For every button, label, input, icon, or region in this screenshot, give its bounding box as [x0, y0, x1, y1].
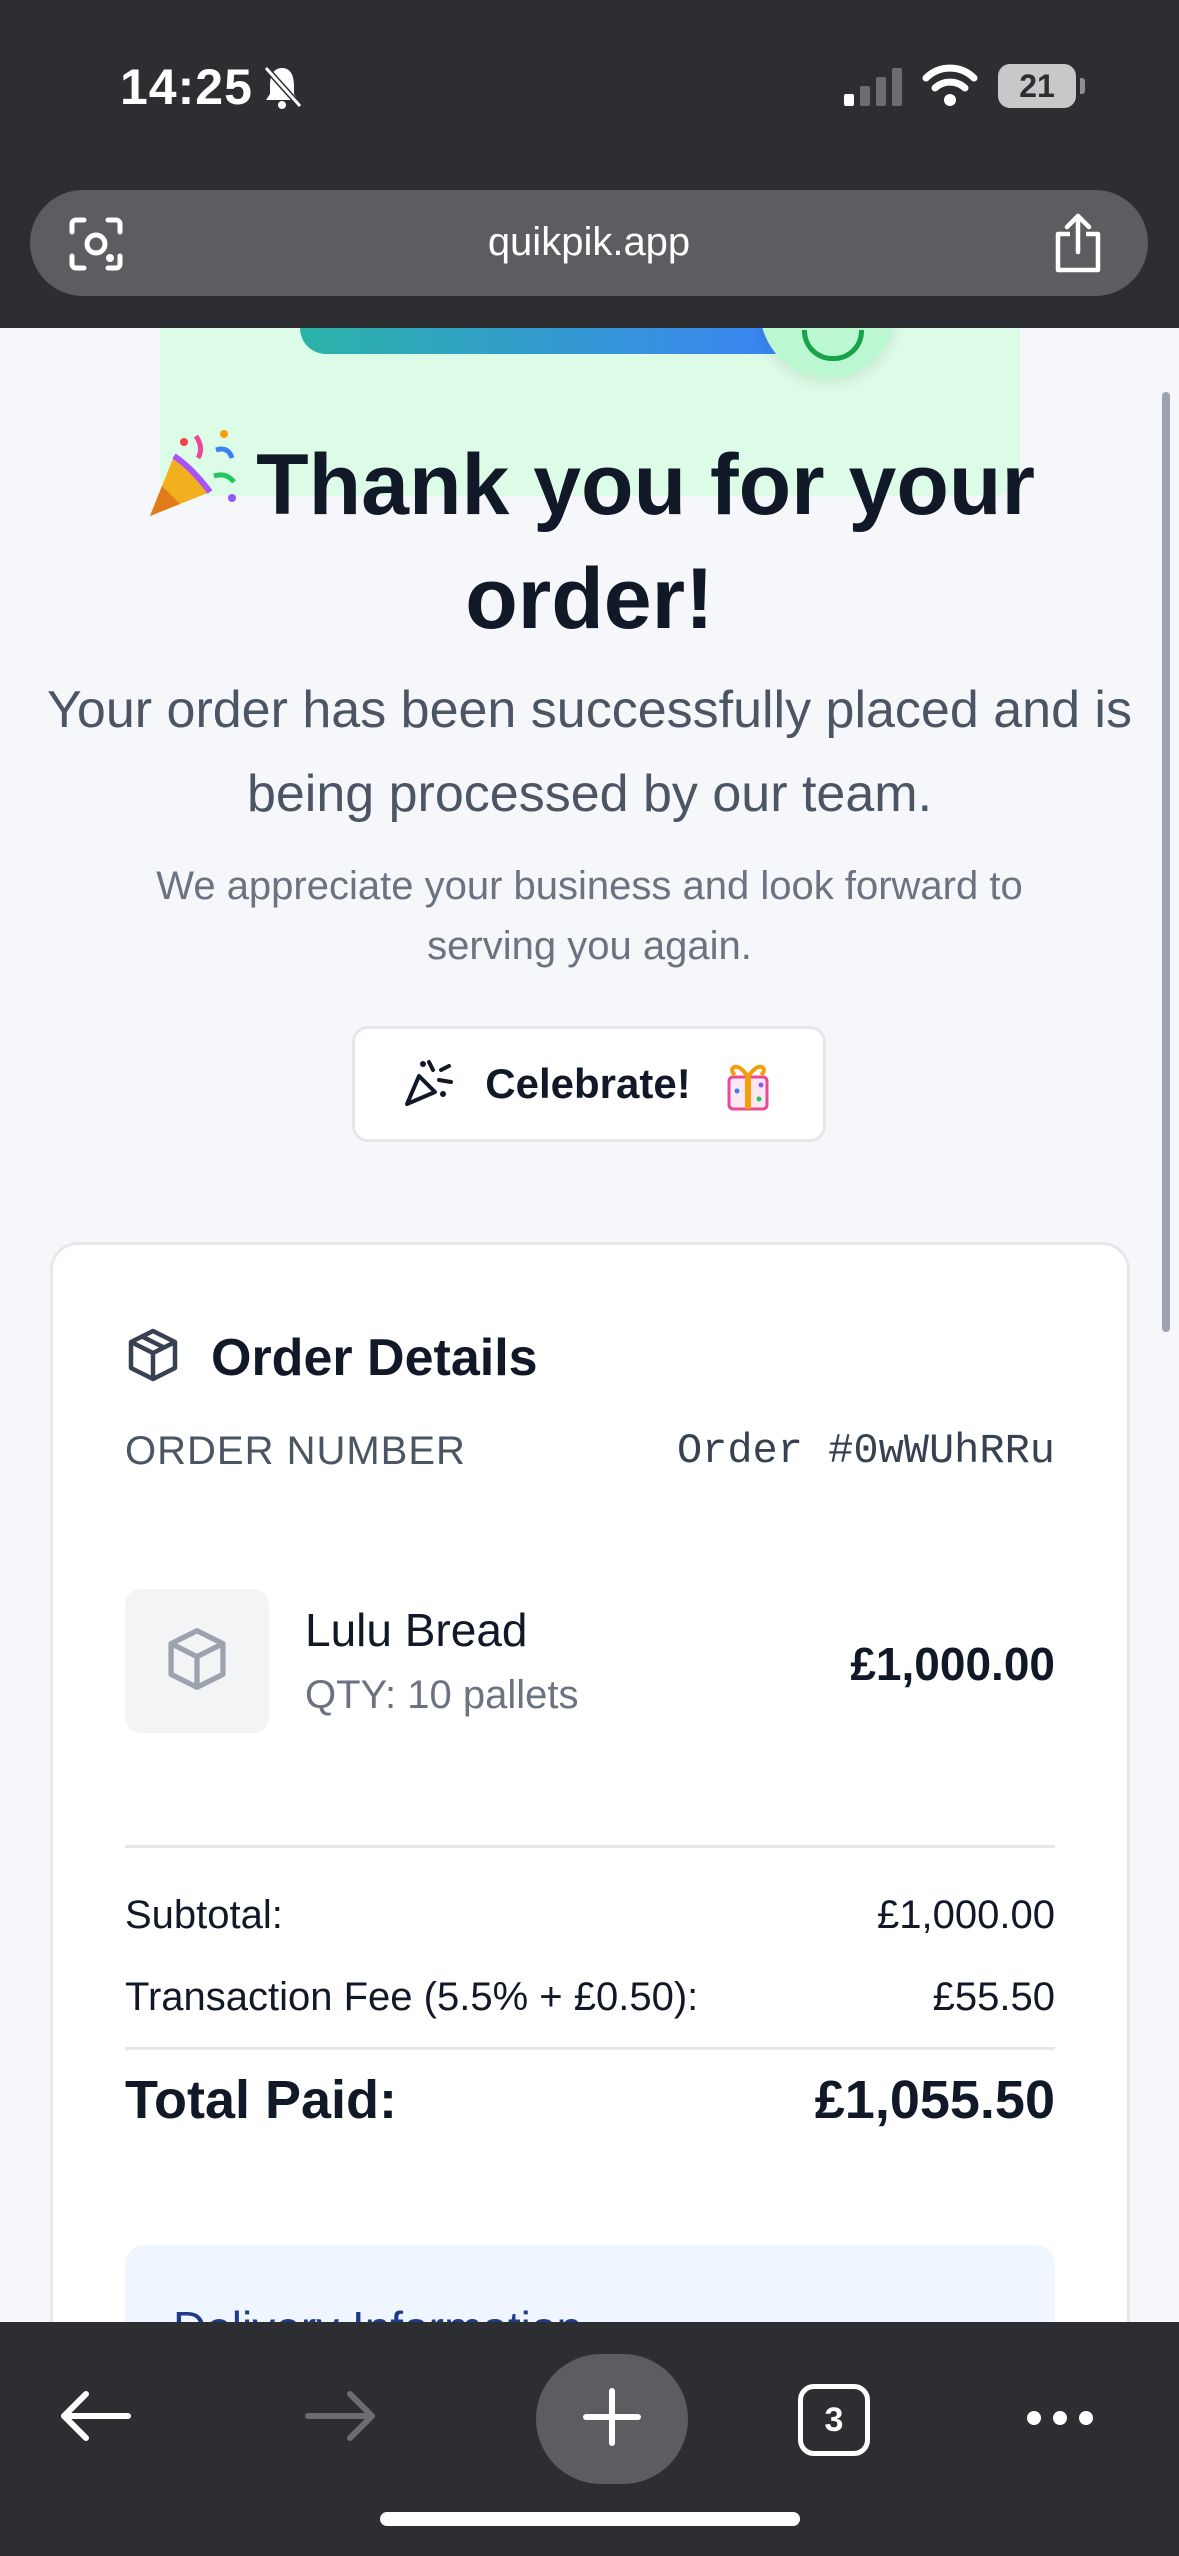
product-price: £1,000.00	[850, 1638, 1055, 1690]
celebrate-button[interactable]: Celebrate!	[352, 1026, 826, 1142]
package-icon	[125, 1327, 181, 1388]
hero-gradient-bar	[300, 328, 800, 354]
divider	[125, 2047, 1055, 2050]
product-thumbnail	[125, 1589, 269, 1733]
page-content: Thank you for your order! Your order has…	[0, 328, 1179, 2322]
battery-icon: 21	[998, 64, 1076, 108]
home-indicator[interactable]	[380, 2512, 800, 2526]
wifi-icon	[922, 62, 978, 111]
product-name: Lulu Bread	[305, 1604, 528, 1656]
celebrate-label: Celebrate!	[485, 1060, 691, 1107]
product-quantity: QTY: 10 pallets	[305, 1673, 579, 1717]
party-popper-icon	[144, 428, 240, 545]
signal-icon	[842, 66, 904, 111]
order-number: Order #0wWUhRRu	[676, 1427, 1055, 1475]
more-icon[interactable]	[1024, 2406, 1096, 2435]
tabs-icon[interactable]: 3	[798, 2384, 870, 2456]
order-number-label: ORDER NUMBER	[125, 1429, 466, 1473]
fee-value: £55.50	[932, 1975, 1055, 2019]
subtotal-value: £1,000.00	[877, 1893, 1055, 1937]
url-text: quikpik.app	[487, 220, 691, 264]
browser-top-bar: 14:25 21 quikpik.app	[0, 0, 1179, 328]
page-title-text: Thank you for your order!	[256, 437, 1035, 647]
order-details-card: Order Details ORDER NUMBER Order #0wWUhR…	[50, 1242, 1130, 2322]
page-title: Thank you for your order!	[60, 428, 1119, 653]
address-bar[interactable]: quikpik.app	[30, 190, 1148, 296]
gift-icon	[721, 1053, 775, 1116]
plus-icon	[582, 2387, 642, 2452]
bell-off-icon	[262, 64, 303, 115]
order-details-title: Order Details	[211, 1328, 538, 1387]
delivery-info-box: Delivery Information	[125, 2245, 1055, 2322]
appreciation-message: We appreciate your business and look for…	[156, 864, 1023, 968]
forward-icon[interactable]	[302, 2366, 380, 2471]
fee-label: Transaction Fee (5.5% + £0.50):	[125, 1975, 699, 2019]
new-tab-button[interactable]	[536, 2354, 688, 2484]
delivery-info-title: Delivery Information	[173, 2301, 582, 2322]
confirmation-message: Your order has been successfully placed …	[47, 681, 1132, 823]
order-details-header: Order Details	[125, 1327, 538, 1388]
battery-cap	[1080, 78, 1085, 94]
package-icon	[164, 1626, 230, 1697]
confetti-icon	[403, 1056, 455, 1113]
scrollbar[interactable]	[1162, 392, 1170, 1332]
share-icon[interactable]	[1050, 212, 1106, 279]
total-value: £1,055.50	[814, 2070, 1055, 2130]
back-icon[interactable]	[56, 2366, 134, 2471]
subtotal-label: Subtotal:	[125, 1893, 283, 1937]
status-time: 14:25	[120, 59, 253, 115]
total-label: Total Paid:	[125, 2070, 398, 2130]
divider	[125, 1845, 1055, 1848]
